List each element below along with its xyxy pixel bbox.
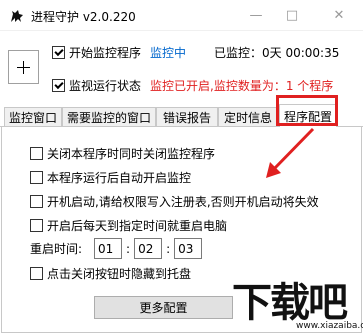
time-separator: : [166, 241, 171, 256]
restart-time-label: 重启时间: [30, 242, 83, 256]
watch-state-checkbox[interactable] [52, 79, 65, 92]
tab-label: 错误报告 [162, 111, 211, 125]
watermark-logo: 下载吧 [232, 280, 348, 326]
config-option-label: 关闭本程序时同时关闭监控程序 [47, 147, 216, 161]
restart-hour-input[interactable]: 01 [94, 238, 123, 259]
tab-label: 定时信息 [223, 111, 272, 125]
auto-start-monitor-checkbox[interactable] [30, 171, 43, 184]
restart-time-row: 重启时间: 01 : 02 : 03 [30, 238, 206, 259]
watch-state-row: 监视运行状态 [52, 77, 141, 94]
start-monitor-label: 开始监控程序 [69, 46, 142, 60]
config-option: 关闭本程序时同时关闭监控程序 [30, 145, 215, 162]
more-config-button[interactable]: 更多配置 [94, 296, 233, 319]
app-logo-icon [11, 10, 23, 22]
config-option: 开机启动,请给权限写入注册表,否则开机启动将失效 [30, 193, 319, 210]
watch-state-message: 监控已开启,监控数量为：1 个程序 [150, 79, 334, 93]
crosshair-icon [17, 60, 30, 74]
maximize-icon: □ [285, 8, 299, 23]
more-config-label: 更多配置 [139, 301, 188, 315]
title-bar: 进程守护 v2.0.220 — □ ✕ [0, 0, 363, 31]
config-option: 开启后每天到指定时间就重启电脑 [30, 217, 227, 234]
tab-windows-to-monitor[interactable]: 需要监控的窗口 [62, 107, 156, 127]
tray-option-label: 点击关闭按钮时隐藏到托盘 [47, 267, 192, 281]
site-watermark: 下载吧 www.xiazaiba.com [232, 270, 363, 334]
config-option-label: 开启后每天到指定时间就重启电脑 [47, 219, 228, 233]
restart-second-input[interactable]: 03 [174, 238, 203, 259]
tab-schedule-info[interactable]: 定时信息 [218, 107, 278, 127]
close-button[interactable]: ✕ [322, 0, 356, 31]
config-option: 本程序运行后自动开启监控 [30, 169, 191, 186]
tray-option: 点击关闭按钮时隐藏到托盘 [30, 265, 191, 282]
watermark-url: www.xiazaiba.com [296, 321, 363, 331]
start-monitor-checkbox[interactable] [52, 46, 65, 59]
minimize-icon: — [249, 8, 263, 23]
restart-minute-input[interactable]: 02 [134, 238, 163, 259]
daily-restart-checkbox[interactable] [30, 219, 43, 232]
watch-state-label: 监视运行状态 [69, 79, 142, 93]
maximize-button[interactable]: □ [275, 0, 309, 31]
window-picker-button[interactable] [8, 50, 39, 84]
start-monitor-row: 开始监控程序 [52, 44, 141, 61]
tab-label: 监控窗口 [8, 111, 57, 125]
tab-error-report[interactable]: 错误报告 [156, 107, 218, 127]
tab-label: 需要监控的窗口 [66, 111, 151, 125]
config-option-label: 本程序运行后自动开启监控 [47, 171, 192, 185]
close-monitored-checkbox[interactable] [30, 147, 43, 160]
monitoring-state-text: 监控中 [150, 46, 187, 60]
window-title: 进程守护 v2.0.220 [31, 10, 136, 24]
hide-to-tray-checkbox[interactable] [30, 267, 43, 280]
startup-on-boot-checkbox[interactable] [30, 195, 43, 208]
annotation-highlight-box [276, 95, 338, 126]
time-separator: : [126, 241, 131, 256]
close-icon: ✕ [333, 8, 345, 23]
config-option-label: 开机启动,请给权限写入注册表,否则开机启动将失效 [47, 195, 319, 209]
tab-monitor-window[interactable]: 监控窗口 [4, 107, 62, 127]
minimize-button[interactable]: — [239, 0, 273, 31]
monitored-time-text: 已监控：0天 00:00:35 [214, 46, 340, 60]
